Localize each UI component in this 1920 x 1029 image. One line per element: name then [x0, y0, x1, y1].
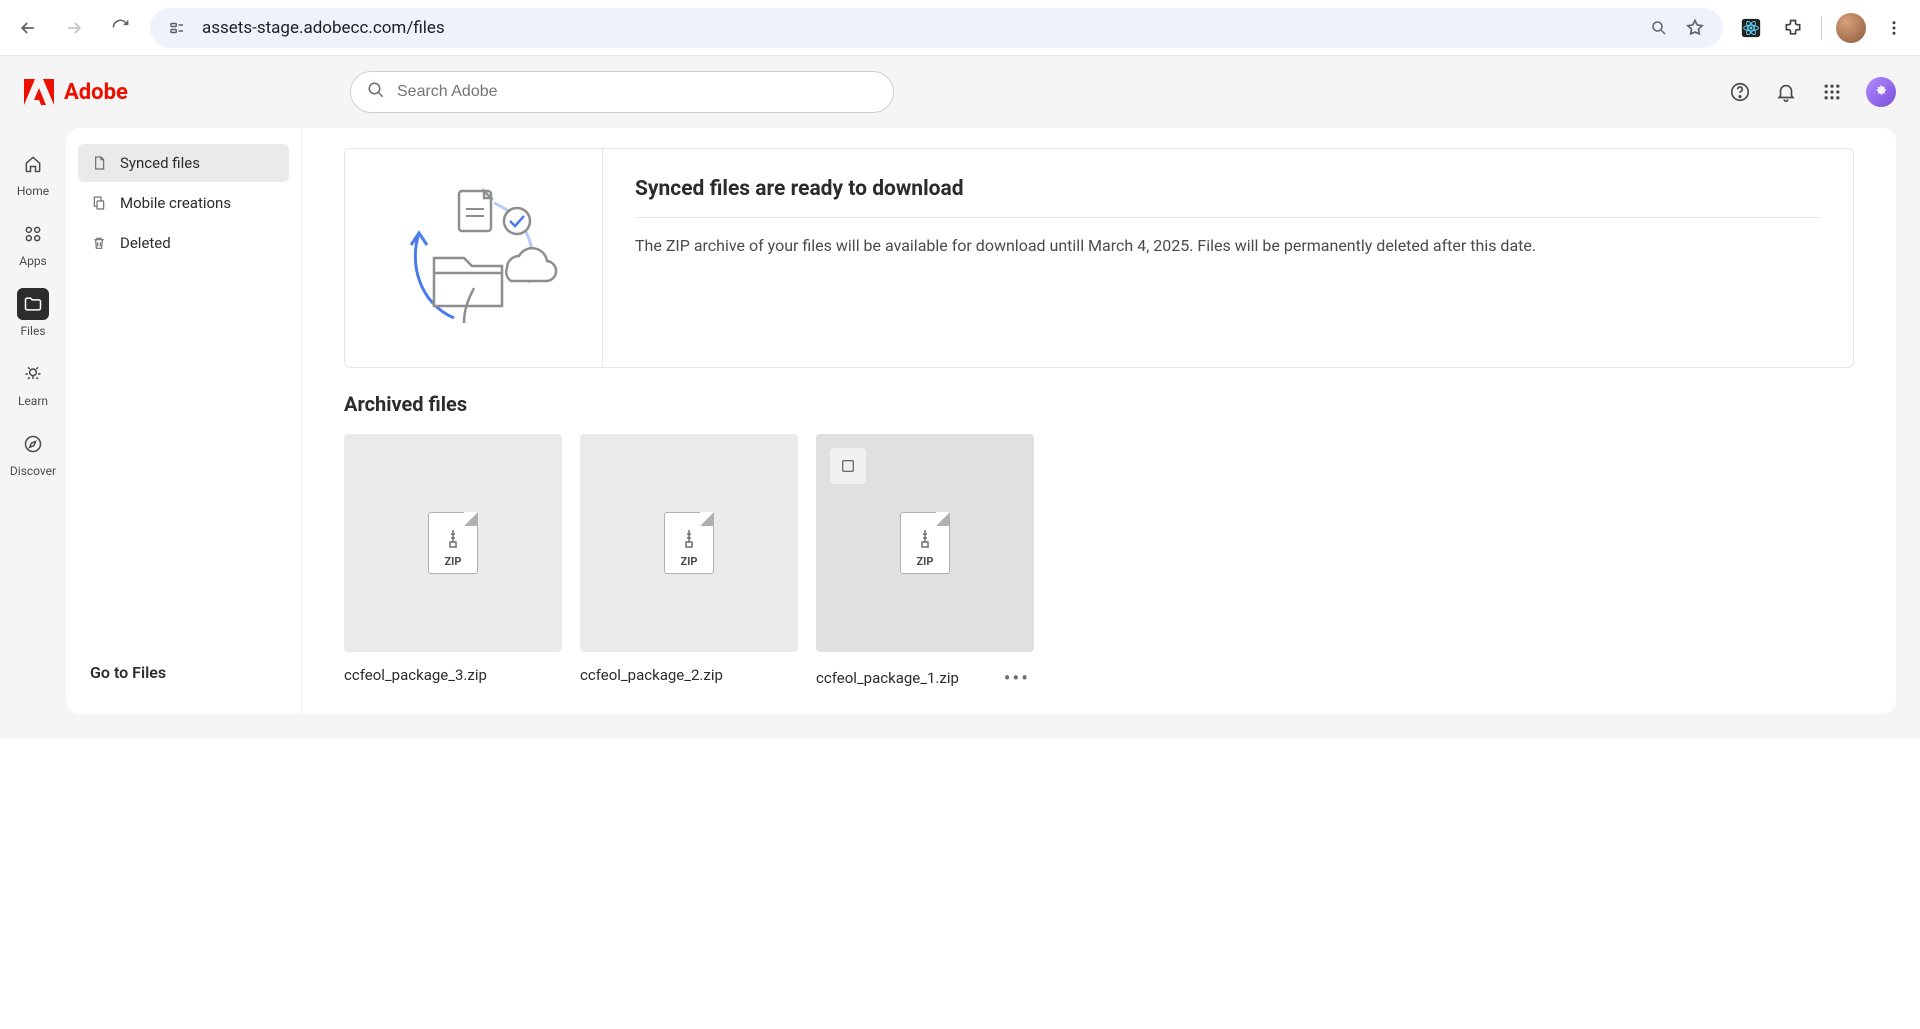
search-icon [367, 81, 385, 103]
address-bar[interactable]: assets-stage.adobecc.com/files [150, 8, 1723, 48]
mobile-creations-icon [90, 194, 108, 212]
banner-title: Synced files are ready to download [635, 177, 1821, 218]
zip-type-label: ZIP [681, 555, 698, 568]
app-switcher-icon[interactable] [1820, 80, 1844, 104]
adobe-mark-icon [24, 79, 54, 105]
bookmark-star-icon[interactable] [1681, 14, 1709, 42]
learn-icon [17, 358, 49, 390]
sidebar-item-label: Mobile creations [120, 194, 231, 212]
zip-file-icon: ZIP [428, 512, 478, 574]
browser-forward-button[interactable] [58, 12, 90, 44]
file-thumb: ZIP [816, 434, 1034, 652]
sidebar-item-mobile-creations[interactable]: Mobile creations [78, 184, 289, 222]
go-to-files-link[interactable]: Go to Files [78, 655, 289, 698]
section-title: Archived files [344, 392, 1854, 416]
adobe-logo[interactable]: Adobe [24, 79, 128, 105]
user-avatar[interactable] [1866, 77, 1896, 107]
trash-icon [90, 234, 108, 252]
sidebar-item-deleted[interactable]: Deleted [78, 224, 289, 262]
file-thumb: ZIP [580, 434, 798, 652]
notifications-icon[interactable] [1774, 80, 1798, 104]
search-input[interactable] [397, 83, 877, 101]
adobe-wordmark: Adobe [64, 80, 128, 105]
rail-label: Discover [10, 464, 56, 478]
rail-item-apps[interactable]: Apps [10, 210, 56, 276]
zip-type-label: ZIP [917, 555, 934, 568]
zip-file-icon: ZIP [900, 512, 950, 574]
sidebar-item-label: Deleted [120, 234, 171, 252]
file-thumb: ZIP [344, 434, 562, 652]
file-icon [90, 154, 108, 172]
rail-item-files[interactable]: Files [10, 280, 56, 346]
content-panel: Synced files Mobile creations Deleted Go… [66, 128, 1896, 714]
chrome-profile-avatar[interactable] [1836, 13, 1866, 43]
nav-rail: Home Apps Files Learn [0, 128, 66, 738]
rail-label: Learn [18, 394, 48, 408]
file-cards: ZIP ccfeol_package_3.zip ZIP [344, 434, 1854, 690]
apps-icon [17, 218, 49, 250]
file-name: ccfeol_package_3.zip [344, 666, 487, 684]
folder-icon [17, 288, 49, 320]
file-card[interactable]: ZIP ccfeol_package_3.zip [344, 434, 562, 690]
browser-toolbar: assets-stage.adobecc.com/files [0, 0, 1920, 56]
site-info-icon[interactable] [164, 15, 190, 41]
separator [1821, 16, 1822, 40]
sidebar-item-synced-files[interactable]: Synced files [78, 144, 289, 182]
compass-icon [17, 428, 49, 460]
home-icon [17, 148, 49, 180]
browser-reload-button[interactable] [104, 12, 136, 44]
browser-back-button[interactable] [12, 12, 44, 44]
banner-illustration [345, 149, 603, 367]
rail-label: Apps [19, 254, 47, 268]
main-content: Synced files are ready to download The Z… [302, 128, 1896, 714]
help-icon[interactable] [1728, 80, 1752, 104]
app-header: Adobe [0, 56, 1920, 128]
react-devtools-icon[interactable] [1737, 14, 1765, 42]
chrome-menu-icon[interactable] [1880, 14, 1908, 42]
zip-type-label: ZIP [445, 555, 462, 568]
file-name: ccfeol_package_1.zip [816, 669, 959, 687]
rail-item-learn[interactable]: Learn [10, 350, 56, 416]
more-actions-button[interactable]: ••• [1000, 666, 1034, 690]
sidebar-item-label: Synced files [120, 154, 200, 172]
file-name: ccfeol_package_2.zip [580, 666, 723, 684]
search-box[interactable] [350, 71, 894, 113]
rail-item-discover[interactable]: Discover [10, 420, 56, 486]
rail-item-home[interactable]: Home [10, 140, 56, 206]
file-card[interactable]: ZIP ccfeol_package_1.zip ••• [816, 434, 1034, 690]
extensions-icon[interactable] [1779, 14, 1807, 42]
file-card[interactable]: ZIP ccfeol_package_2.zip [580, 434, 798, 690]
url-text: assets-stage.adobecc.com/files [202, 18, 445, 38]
select-checkbox[interactable] [830, 448, 866, 484]
info-banner: Synced files are ready to download The Z… [344, 148, 1854, 368]
zip-file-icon: ZIP [664, 512, 714, 574]
rail-label: Home [17, 184, 49, 198]
banner-text: The ZIP archive of your files will be av… [635, 234, 1821, 258]
zoom-icon[interactable] [1645, 14, 1673, 42]
rail-label: Files [20, 324, 45, 338]
files-sidebar: Synced files Mobile creations Deleted Go… [66, 128, 302, 714]
